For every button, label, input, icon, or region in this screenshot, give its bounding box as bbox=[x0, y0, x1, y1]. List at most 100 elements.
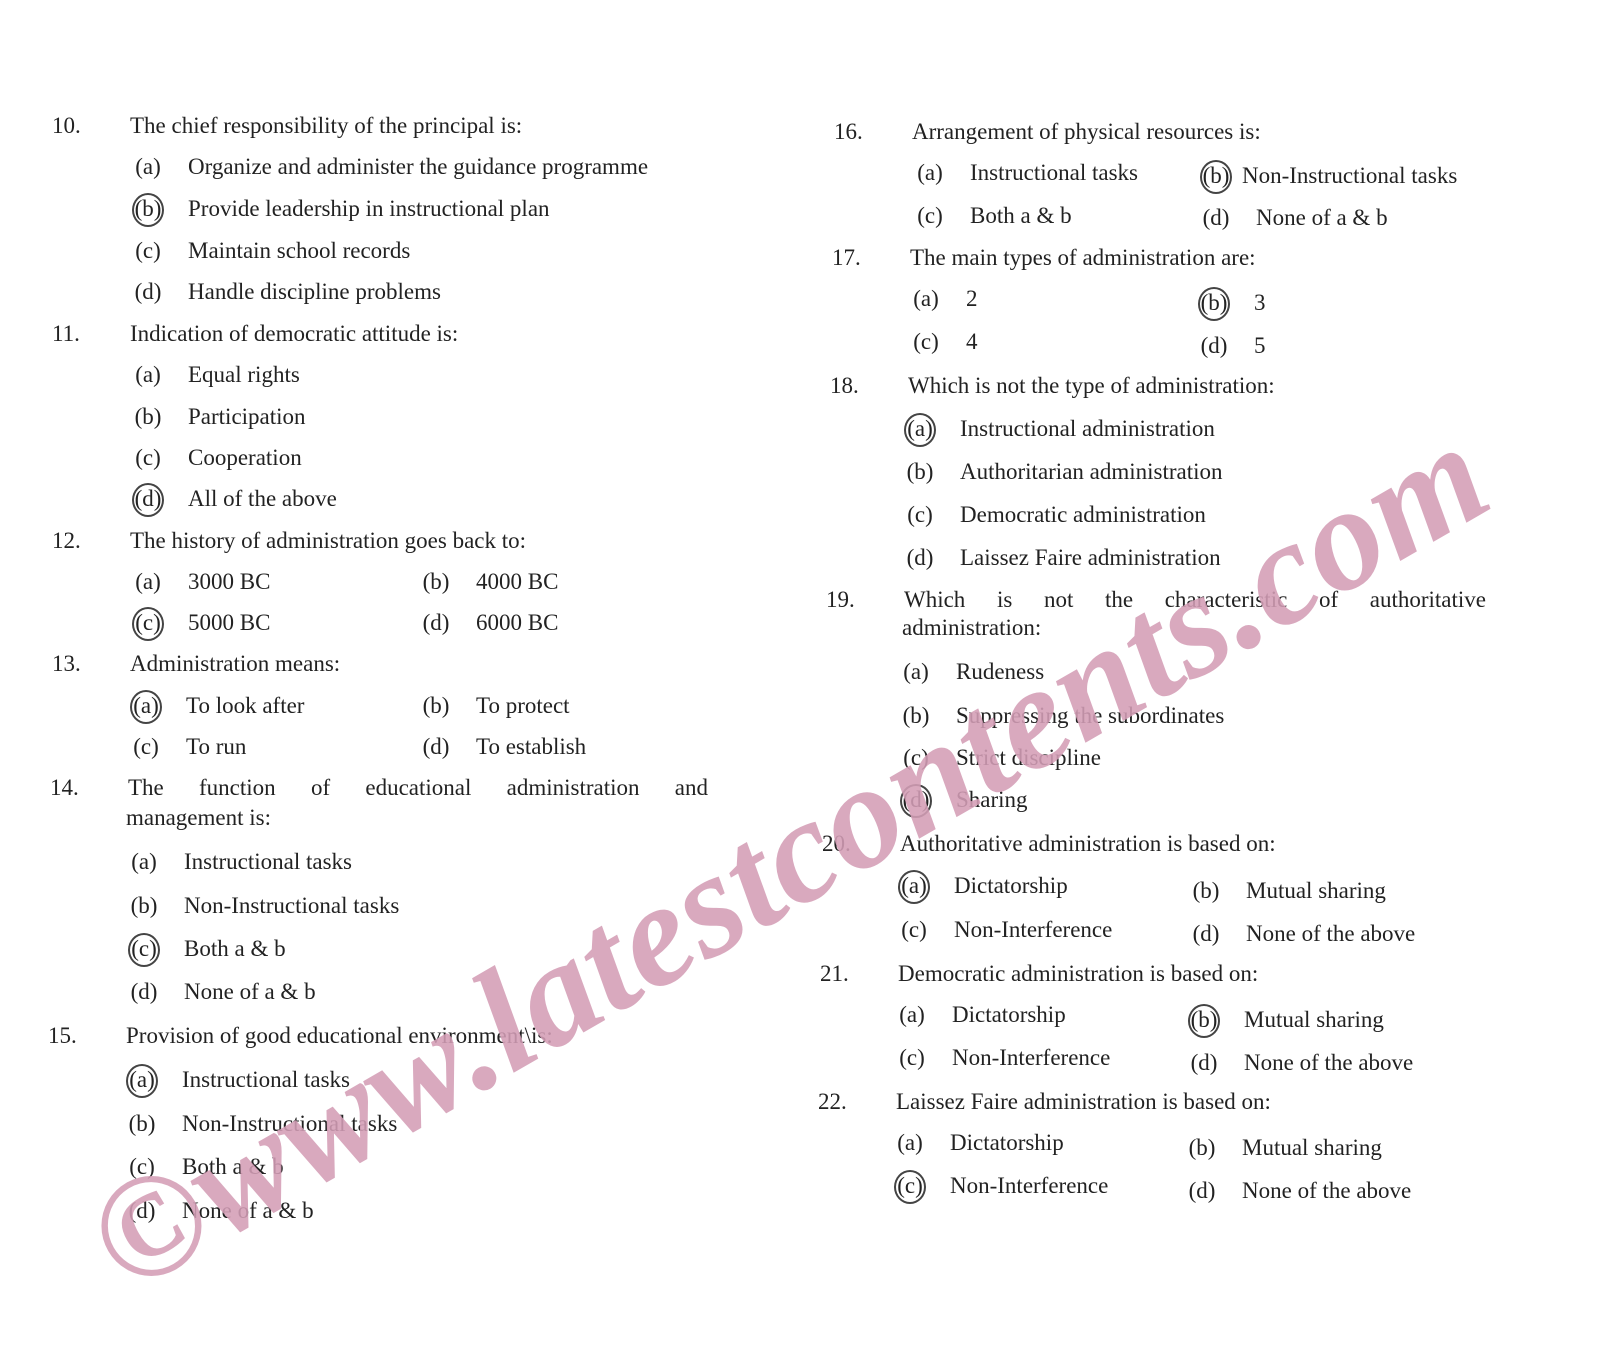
option-text: Organize and administer the guidance pro… bbox=[188, 154, 649, 179]
question-text: Laissez Faire administration is based on… bbox=[896, 1089, 1271, 1114]
question-text-continued: management is: bbox=[126, 805, 271, 830]
question-number: 12. bbox=[52, 528, 81, 553]
question-20: 20. Authoritative administration is base… bbox=[822, 830, 1512, 950]
option-text: Rudeness bbox=[956, 659, 1045, 684]
option-text: Non-Interference bbox=[954, 917, 1113, 942]
option-label: (a) bbox=[131, 849, 157, 874]
option-label: (a) bbox=[903, 659, 929, 684]
option-label: (a) bbox=[899, 1002, 925, 1027]
option-text: None of a & b bbox=[182, 1198, 314, 1223]
option-text: Cooperation bbox=[188, 445, 302, 470]
question-text: The main types of administration are: bbox=[910, 245, 1256, 270]
option-label: (d) bbox=[1192, 921, 1220, 946]
option-label-marked: (a) bbox=[122, 1064, 162, 1098]
question-number: 10. bbox=[52, 113, 81, 138]
question-text: The function of educational administrati… bbox=[128, 775, 708, 800]
option-text: 3 bbox=[1254, 290, 1266, 315]
option-text: Non-Interference bbox=[950, 1173, 1109, 1198]
option-label: (b) bbox=[906, 459, 934, 484]
question-number: 13. bbox=[52, 651, 81, 676]
option-text: Provide leadership in instructional plan bbox=[188, 196, 550, 221]
option-text: All of the above bbox=[188, 486, 337, 511]
question-number: 17. bbox=[832, 245, 861, 270]
option-label: (c) bbox=[903, 745, 929, 770]
option-label: (c) bbox=[899, 1045, 925, 1070]
question-text: Indication of democratic attitude is: bbox=[130, 321, 459, 346]
option-label-marked: (b) bbox=[1194, 287, 1234, 321]
option-label: (b) bbox=[130, 893, 158, 918]
option-label: (d) bbox=[1190, 1050, 1218, 1075]
option-label-marked: (a) bbox=[126, 690, 166, 724]
option-label-marked: (c) bbox=[890, 1170, 930, 1204]
option-text: Instructional tasks bbox=[182, 1067, 350, 1092]
option-label: (d) bbox=[1188, 1178, 1216, 1203]
question-text: The chief responsibility of the principa… bbox=[130, 113, 523, 138]
option-text: Non-Interference bbox=[952, 1045, 1111, 1070]
option-label: (a) bbox=[135, 154, 161, 179]
question-number: 19. bbox=[826, 587, 855, 612]
question-11: 11. Indication of democratic attitude is… bbox=[52, 320, 712, 520]
option-label: (d) bbox=[128, 1198, 156, 1223]
option-label: (b) bbox=[422, 693, 450, 718]
question-number: 14. bbox=[50, 775, 79, 800]
option-text: To look after bbox=[186, 693, 305, 718]
question-text: Arrangement of physical resources is: bbox=[912, 119, 1261, 144]
option-text: Mutual sharing bbox=[1242, 1135, 1382, 1160]
question-18: 18. Which is not the type of administrat… bbox=[830, 372, 1510, 582]
option-text: Both a & b bbox=[184, 936, 286, 961]
option-text: 3000 BC bbox=[188, 569, 271, 594]
question-text: Democratic administration is based on: bbox=[898, 961, 1259, 986]
option-label: (d) bbox=[130, 979, 158, 1004]
option-text: Strict discipline bbox=[956, 745, 1102, 770]
option-text: Non-Instructional tasks bbox=[1242, 163, 1458, 188]
question-15: 15. Provision of good educational enviro… bbox=[48, 1022, 708, 1242]
option-text: Non-Instructional tasks bbox=[182, 1111, 398, 1136]
option-text: Sharing bbox=[956, 787, 1028, 812]
option-text: Both a & b bbox=[182, 1154, 284, 1179]
question-number: 16. bbox=[834, 119, 863, 144]
option-label-marked: (c) bbox=[124, 933, 164, 967]
question-19: 19. Which is not the characteristic of a… bbox=[826, 586, 1516, 826]
option-label: (c) bbox=[135, 238, 161, 263]
question-text: Which is not the characteristic of autho… bbox=[904, 587, 1486, 612]
option-text: Handle discipline problems bbox=[188, 279, 441, 304]
option-text: 5000 BC bbox=[188, 610, 271, 635]
question-10: 10. The chief responsibility of the prin… bbox=[52, 112, 712, 312]
option-text: To run bbox=[186, 734, 247, 759]
question-number: 15. bbox=[48, 1023, 77, 1048]
option-text: None of the above bbox=[1244, 1050, 1414, 1075]
question-12: 12. The history of administration goes b… bbox=[52, 527, 712, 647]
option-label: (d) bbox=[906, 545, 934, 570]
option-text: 4 bbox=[966, 329, 978, 354]
question-text: Authoritative administration is based on… bbox=[900, 831, 1276, 856]
option-text: None of a & b bbox=[184, 979, 316, 1004]
option-label: (b) bbox=[1188, 1135, 1216, 1160]
option-text: Both a & b bbox=[970, 203, 1072, 228]
option-text: Mutual sharing bbox=[1246, 878, 1386, 903]
question-text: Administration means: bbox=[130, 651, 341, 676]
option-label: (c) bbox=[913, 329, 939, 354]
option-label-marked: (d) bbox=[128, 483, 168, 517]
option-label-marked: (b) bbox=[1184, 1004, 1224, 1038]
option-label: (a) bbox=[135, 569, 161, 594]
option-label: (a) bbox=[897, 1130, 923, 1155]
option-label: (b) bbox=[422, 569, 450, 594]
option-text: Instructional administration bbox=[960, 416, 1215, 441]
option-label: (b) bbox=[128, 1111, 156, 1136]
question-number: 22. bbox=[818, 1089, 847, 1114]
option-label-marked: (d) bbox=[896, 784, 936, 818]
option-text: None of the above bbox=[1246, 921, 1416, 946]
option-label: (a) bbox=[913, 286, 939, 311]
option-label-marked: (b) bbox=[128, 193, 168, 227]
question-number: 21. bbox=[820, 961, 849, 986]
option-text: Instructional tasks bbox=[970, 160, 1138, 185]
option-text: None of a & b bbox=[1256, 205, 1388, 230]
option-label: (b) bbox=[134, 404, 162, 429]
option-text: None of the above bbox=[1242, 1178, 1412, 1203]
question-number: 18. bbox=[830, 373, 859, 398]
option-text: 4000 BC bbox=[476, 569, 559, 594]
option-text: 5 bbox=[1254, 333, 1266, 358]
option-label: (c) bbox=[135, 445, 161, 470]
option-text: Dictatorship bbox=[952, 1002, 1066, 1027]
question-text: Provision of good educational environmen… bbox=[126, 1023, 553, 1048]
